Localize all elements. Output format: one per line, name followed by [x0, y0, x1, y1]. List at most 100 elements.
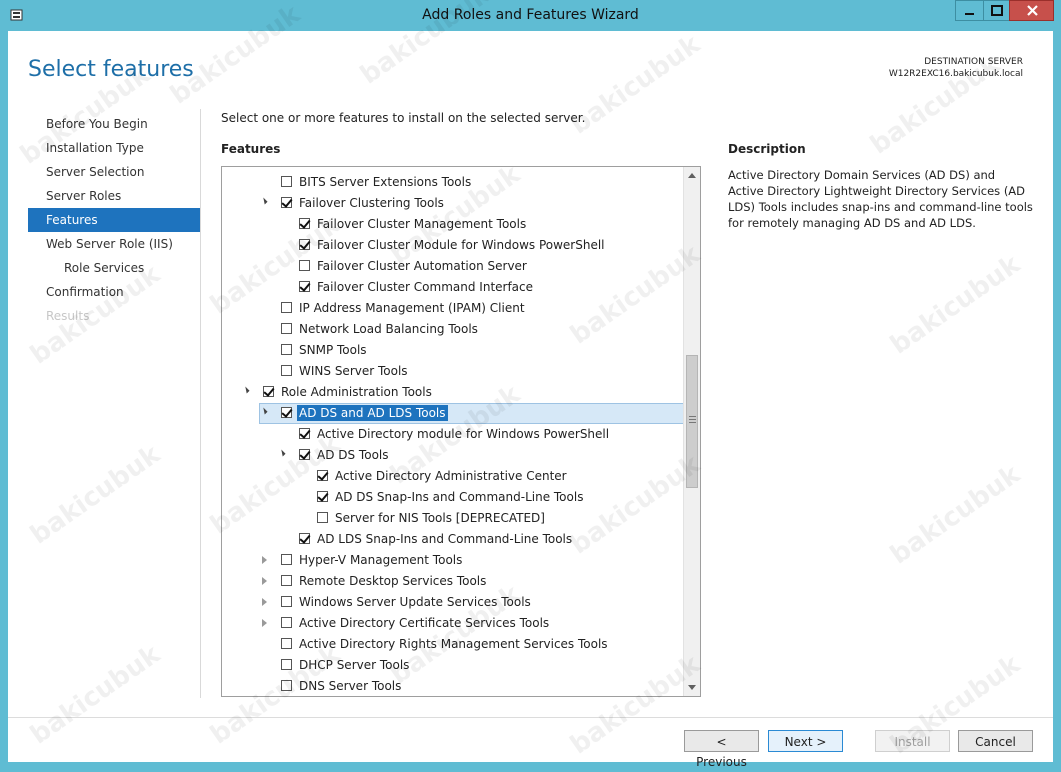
feature-checkbox[interactable] [317, 491, 328, 502]
feature-label: Network Load Balancing Tools [299, 322, 478, 336]
feature-row[interactable]: Server for NIS Tools [DEPRECATED] [222, 508, 685, 529]
nav-item-web-server-role-iis[interactable]: Web Server Role (IIS) [28, 232, 200, 256]
feature-label: Server for NIS Tools [DEPRECATED] [335, 511, 545, 525]
feature-label: Active Directory Rights Management Servi… [299, 637, 608, 651]
grip-icon [689, 416, 696, 417]
scroll-down-button[interactable] [684, 679, 700, 696]
feature-checkbox[interactable] [281, 596, 292, 607]
close-icon [1027, 5, 1038, 16]
feature-row[interactable]: Failover Cluster Module for Windows Powe… [222, 235, 685, 256]
feature-label: Active Directory Administrative Center [335, 469, 567, 483]
feature-checkbox[interactable] [299, 281, 310, 292]
feature-label: Failover Cluster Module for Windows Powe… [317, 238, 605, 252]
next-button[interactable]: Next > [768, 730, 843, 752]
feature-row[interactable]: Active Directory Rights Management Servi… [222, 634, 685, 655]
feature-checkbox[interactable] [281, 638, 292, 649]
collapsed-triangle-icon[interactable] [262, 598, 267, 606]
maximize-button[interactable] [983, 0, 1009, 21]
feature-row[interactable]: AD DS and AD LDS Tools [222, 403, 700, 424]
feature-checkbox[interactable] [281, 197, 292, 208]
feature-checkbox[interactable] [281, 659, 292, 670]
feature-checkbox[interactable] [281, 575, 292, 586]
collapsed-triangle-icon[interactable] [262, 577, 267, 585]
features-tree[interactable]: BITS Server Extensions Tools Failover Clu… [221, 166, 701, 697]
nav-item-installation-type[interactable]: Installation Type [28, 136, 200, 160]
collapsed-triangle-icon[interactable] [262, 556, 267, 564]
nav-item-confirmation[interactable]: Confirmation [28, 280, 200, 304]
vertical-scrollbar[interactable] [683, 167, 700, 696]
feature-row[interactable]: Windows Server Update Services Tools [222, 592, 685, 613]
wizard-nav: Before You Begin Installation Type Server … [28, 112, 200, 328]
collapsed-triangle-icon[interactable] [262, 619, 267, 627]
arrow-up-icon [688, 173, 696, 178]
feature-row[interactable]: Failover Cluster Command Interface [222, 277, 685, 298]
cancel-button[interactable]: Cancel [958, 730, 1033, 752]
feature-checkbox[interactable] [263, 386, 274, 397]
previous-button[interactable]: < Previous [684, 730, 759, 769]
destination-server-name: W12R2EXC16.bakicubuk.local [888, 69, 1023, 79]
feature-row[interactable]: Remote Desktop Services Tools [222, 571, 685, 592]
feature-checkbox[interactable] [281, 302, 292, 313]
close-button[interactable] [1009, 0, 1054, 21]
feature-row[interactable]: Failover Clustering Tools [222, 193, 685, 214]
feature-checkbox[interactable] [281, 365, 292, 376]
feature-checkbox[interactable] [299, 533, 310, 544]
feature-checkbox[interactable] [281, 680, 292, 691]
expanded-triangle-icon[interactable] [242, 386, 250, 394]
feature-checkbox[interactable] [299, 239, 310, 250]
feature-label: Remote Desktop Services Tools [299, 574, 487, 588]
page-title: Select features [28, 57, 194, 82]
feature-checkbox[interactable] [317, 512, 328, 523]
nav-item-features[interactable]: Features [28, 208, 200, 232]
feature-row[interactable]: Active Directory Administrative Center [222, 466, 685, 487]
feature-label: DHCP Server Tools [299, 658, 410, 672]
expanded-triangle-icon[interactable] [260, 197, 268, 205]
feature-checkbox[interactable] [299, 449, 310, 460]
feature-row[interactable]: AD DS Snap-Ins and Command-Line Tools [222, 487, 685, 508]
feature-label: AD DS Tools [317, 448, 389, 462]
feature-row[interactable]: AD DS Tools [222, 445, 685, 466]
install-button[interactable]: Install [875, 730, 950, 752]
feature-row[interactable]: Active Directory Certificate Services To… [222, 613, 685, 634]
nav-item-server-selection[interactable]: Server Selection [28, 160, 200, 184]
description-text: Active Directory Domain Services (AD DS)… [728, 168, 1033, 230]
feature-label: IP Address Management (IPAM) Client [299, 301, 525, 315]
feature-label: AD LDS Snap-Ins and Command-Line Tools [317, 532, 573, 546]
title-bar: Add Roles and Features Wizard [0, 0, 1061, 31]
feature-row[interactable]: DNS Server Tools [222, 676, 685, 696]
feature-row[interactable]: WINS Server Tools [222, 361, 685, 382]
expanded-triangle-icon[interactable] [278, 449, 286, 457]
nav-item-server-roles[interactable]: Server Roles [28, 184, 200, 208]
arrow-down-icon [688, 685, 696, 690]
feature-checkbox[interactable] [299, 260, 310, 271]
feature-row[interactable]: SNMP Tools [222, 340, 685, 361]
feature-row[interactable]: Hyper-V Management Tools [222, 550, 685, 571]
feature-label: Active Directory Certificate Services To… [299, 616, 550, 630]
scroll-up-button[interactable] [684, 167, 700, 184]
nav-item-results: Results [46, 309, 90, 323]
feature-row[interactable]: Failover Cluster Management Tools [222, 214, 685, 235]
footer-divider [8, 717, 1053, 718]
feature-row[interactable]: BITS Server Extensions Tools [222, 172, 685, 193]
destination-server-label: DESTINATION SERVER [924, 57, 1023, 67]
feature-checkbox[interactable] [281, 554, 292, 565]
feature-row[interactable]: IP Address Management (IPAM) Client [222, 298, 685, 319]
scrollbar-thumb[interactable] [686, 355, 698, 488]
nav-item-before-you-begin[interactable]: Before You Begin [28, 112, 200, 136]
feature-row[interactable]: Active Directory module for Windows Powe… [222, 424, 685, 445]
feature-checkbox[interactable] [281, 617, 292, 628]
feature-checkbox[interactable] [299, 428, 310, 439]
feature-checkbox[interactable] [281, 407, 292, 418]
feature-row[interactable]: Network Load Balancing Tools [222, 319, 685, 340]
feature-checkbox[interactable] [317, 470, 328, 481]
nav-item-role-services[interactable]: Role Services [28, 256, 200, 280]
feature-checkbox[interactable] [281, 176, 292, 187]
feature-checkbox[interactable] [281, 344, 292, 355]
feature-checkbox[interactable] [281, 323, 292, 334]
feature-row[interactable]: AD LDS Snap-Ins and Command-Line Tools [222, 529, 685, 550]
feature-row[interactable]: Role Administration Tools [222, 382, 685, 403]
feature-row[interactable]: Failover Cluster Automation Server [222, 256, 685, 277]
minimize-button[interactable] [955, 0, 983, 21]
feature-row[interactable]: DHCP Server Tools [222, 655, 685, 676]
feature-checkbox[interactable] [299, 218, 310, 229]
